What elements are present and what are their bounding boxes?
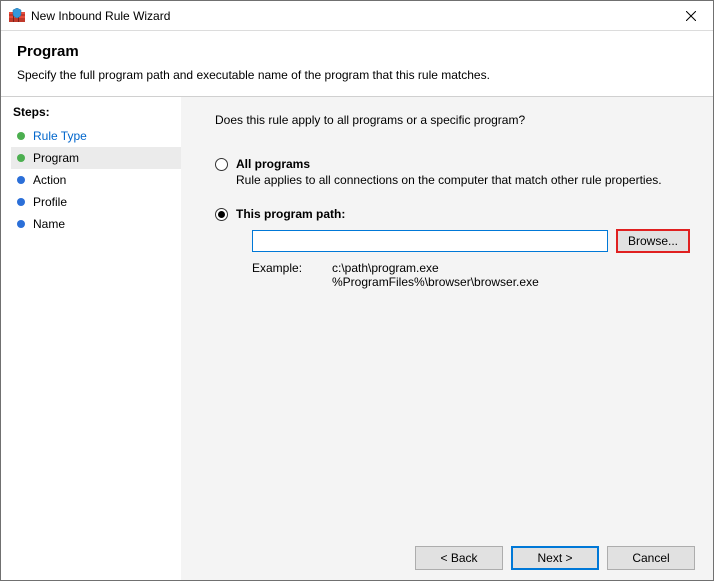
cancel-button[interactable]: Cancel (607, 546, 695, 570)
step-bullet-icon (17, 132, 25, 140)
page-title: Program (17, 43, 697, 60)
step-name[interactable]: Name (11, 213, 181, 235)
step-bullet-icon (17, 154, 25, 162)
program-path-input[interactable] (252, 230, 608, 252)
option-all-programs: All programs Rule applies to all connect… (215, 157, 695, 187)
step-action[interactable]: Action (11, 169, 181, 191)
option-label: All programs (236, 157, 310, 171)
main-panel: Does this rule apply to all programs or … (181, 97, 713, 580)
step-label: Name (33, 217, 65, 231)
steps-title: Steps: (13, 105, 181, 119)
next-button[interactable]: Next > (511, 546, 599, 570)
wizard-window: New Inbound Rule Wizard Program Specify … (0, 0, 714, 581)
firewall-icon (9, 8, 25, 24)
wizard-body: Steps: Rule Type Program Action Profile … (1, 97, 713, 580)
step-label: Program (33, 151, 79, 165)
radio-icon (215, 158, 228, 171)
option-this-program-path: This program path: Browse... Example: c:… (215, 207, 695, 289)
wizard-footer: < Back Next > Cancel (199, 536, 695, 570)
radio-all-programs[interactable]: All programs (215, 157, 695, 171)
option-label: This program path: (236, 207, 345, 221)
step-bullet-icon (17, 176, 25, 184)
window-title: New Inbound Rule Wizard (31, 9, 668, 23)
program-path-row: Browse... (252, 229, 695, 253)
step-profile[interactable]: Profile (11, 191, 181, 213)
step-label: Action (33, 173, 66, 187)
step-label: Rule Type (33, 129, 87, 143)
step-program[interactable]: Program (11, 147, 181, 169)
wizard-header: Program Specify the full program path an… (1, 31, 713, 92)
step-rule-type[interactable]: Rule Type (11, 125, 181, 147)
question-text: Does this rule apply to all programs or … (215, 113, 695, 127)
radio-icon (215, 208, 228, 221)
step-bullet-icon (17, 198, 25, 206)
step-label: Profile (33, 195, 67, 209)
example-text: c:\path\program.exe %ProgramFiles%\brows… (332, 261, 539, 289)
example-row: Example: c:\path\program.exe %ProgramFil… (252, 261, 695, 289)
back-button[interactable]: < Back (415, 546, 503, 570)
titlebar: New Inbound Rule Wizard (1, 1, 713, 31)
radio-this-program-path[interactable]: This program path: (215, 207, 695, 221)
step-bullet-icon (17, 220, 25, 228)
steps-sidebar: Steps: Rule Type Program Action Profile … (1, 97, 181, 580)
option-desc: Rule applies to all connections on the c… (236, 173, 695, 187)
page-subtitle: Specify the full program path and execut… (17, 68, 697, 82)
browse-button[interactable]: Browse... (616, 229, 690, 253)
close-button[interactable] (668, 1, 713, 30)
example-label: Example: (252, 261, 332, 289)
